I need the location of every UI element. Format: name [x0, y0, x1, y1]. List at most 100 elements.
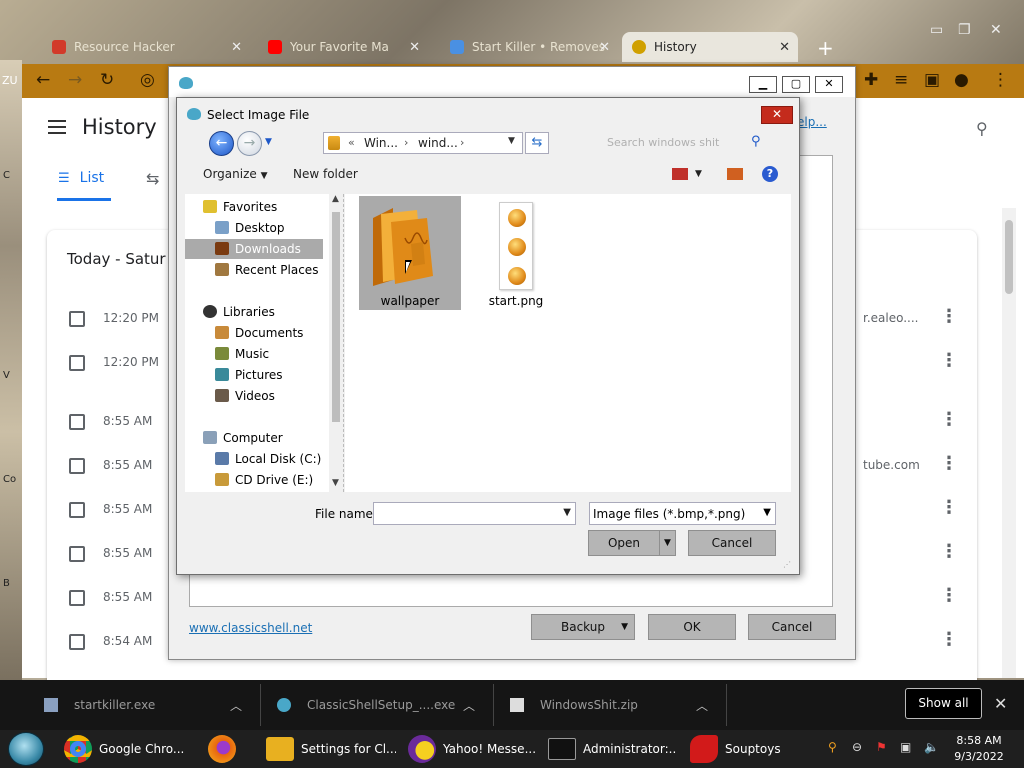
preview-pane-icon[interactable]: [727, 168, 743, 180]
more-icon[interactable]: ⋮: [940, 629, 958, 650]
close-icon[interactable]: ✕: [779, 40, 790, 55]
nav-item-favorites[interactable]: Favorites: [203, 200, 277, 220]
close-icon[interactable]: ✕: [231, 40, 242, 55]
row-checkbox[interactable]: [69, 590, 85, 606]
extensions-icon[interactable]: ✚: [864, 70, 878, 90]
file-item-start-png[interactable]: start.png: [465, 196, 567, 310]
more-icon[interactable]: ⋮: [940, 306, 958, 327]
reload-icon[interactable]: ↻: [100, 70, 114, 90]
backup-button[interactable]: Backup ▼: [531, 614, 635, 640]
hamburger-menu-icon[interactable]: [48, 120, 66, 134]
file-name-input[interactable]: ▼: [373, 502, 576, 525]
row-checkbox[interactable]: [69, 502, 85, 518]
more-icon[interactable]: ⋮: [940, 541, 958, 562]
switcher-item-windowsshit[interactable]: WindowsShit.zip ︿: [510, 688, 722, 722]
row-checkbox[interactable]: [69, 546, 85, 562]
taskbar-item-yahoo[interactable]: Yahoo! Messe...: [408, 732, 536, 766]
organize-button[interactable]: Organize ▼: [203, 167, 268, 181]
menu-icon[interactable]: ⋮: [992, 70, 1009, 90]
row-checkbox[interactable]: [69, 458, 85, 474]
nav-item-music[interactable]: Music: [215, 347, 269, 367]
forward-icon[interactable]: →: [68, 70, 82, 90]
more-icon[interactable]: ⋮: [940, 350, 958, 371]
nav-item-computer[interactable]: Computer: [203, 431, 283, 451]
more-icon[interactable]: ⋮: [940, 453, 958, 474]
new-folder-button[interactable]: New folder: [293, 167, 358, 181]
system-clock[interactable]: 8:58 AM 9/3/2022: [952, 733, 1006, 765]
close-icon[interactable]: ✕: [409, 40, 420, 55]
ok-button[interactable]: OK: [648, 614, 736, 640]
minus-circle-icon[interactable]: ⊖: [852, 740, 862, 754]
minimize-icon[interactable]: ▁: [749, 76, 777, 93]
show-all-button[interactable]: Show all: [905, 688, 982, 719]
site-info-icon[interactable]: ◎: [140, 70, 155, 90]
close-icon[interactable]: ✕: [599, 40, 610, 55]
tab-history[interactable]: History ✕: [622, 32, 798, 62]
more-icon[interactable]: ⋮: [940, 409, 958, 430]
tab-start-killer[interactable]: Start Killer • Removes ✕: [440, 32, 618, 62]
forward-button[interactable]: →: [237, 131, 262, 156]
breadcrumb-item[interactable]: Win...: [364, 136, 398, 150]
nav-scrollbar[interactable]: ▲ ▼: [329, 194, 343, 492]
nav-item-videos[interactable]: Videos: [215, 389, 275, 409]
nav-item-libraries[interactable]: Libraries: [203, 305, 275, 325]
back-icon[interactable]: ←: [36, 70, 50, 90]
scroll-down-icon[interactable]: ▼: [332, 478, 339, 488]
side-panel-icon[interactable]: ▣: [924, 70, 940, 90]
chevron-right-icon[interactable]: ›: [460, 136, 464, 149]
file-type-select[interactable]: Image files (*.bmp,*.png) ▼: [589, 502, 776, 525]
taskbar-item-settings[interactable]: Settings for Cl...: [266, 732, 396, 766]
address-bar[interactable]: « Win... › wind... › ▼: [323, 132, 523, 154]
tab-list[interactable]: List: [58, 170, 104, 186]
new-tab-button[interactable]: +: [817, 36, 834, 60]
chevron-down-icon[interactable]: ▼: [508, 136, 515, 146]
scroll-up-icon[interactable]: ▲: [332, 194, 339, 204]
more-icon[interactable]: ⋮: [940, 497, 958, 518]
chevron-up-icon[interactable]: ︿: [463, 697, 475, 714]
search-icon[interactable]: ⚲: [976, 119, 988, 138]
nav-item-cd-drive[interactable]: CD Drive (E:): [215, 473, 313, 493]
open-button[interactable]: Open ▼: [588, 530, 676, 556]
flag-icon[interactable]: ⚑: [876, 740, 887, 754]
nav-item-recent-places[interactable]: Recent Places: [215, 263, 318, 283]
close-button[interactable]: ✕: [761, 106, 793, 124]
search-icon[interactable]: ⚲: [751, 134, 761, 149]
chevron-up-icon[interactable]: ︿: [696, 697, 708, 714]
switcher-item-classicshell[interactable]: ClassicShellSetup_....exe ︿: [277, 688, 489, 722]
scroll-thumb[interactable]: [332, 212, 340, 422]
profile-icon[interactable]: ●: [954, 70, 969, 90]
more-icon[interactable]: ⋮: [940, 585, 958, 606]
help-link[interactable]: elp...: [797, 115, 827, 129]
switcher-item-startkiller[interactable]: startkiller.exe ︿: [44, 688, 256, 722]
back-button[interactable]: ←: [209, 131, 234, 156]
cancel-button[interactable]: Cancel: [748, 614, 836, 640]
nav-item-documents[interactable]: Documents: [215, 326, 303, 346]
nav-item-downloads[interactable]: Downloads: [185, 239, 323, 259]
chevron-down-icon[interactable]: ▼: [563, 507, 571, 518]
row-checkbox[interactable]: [69, 311, 85, 327]
recent-locations-icon[interactable]: ▼: [265, 137, 272, 147]
nav-item-desktop[interactable]: Desktop: [215, 221, 285, 241]
start-button[interactable]: [8, 732, 44, 766]
page-scrollbar[interactable]: [1002, 208, 1016, 678]
network-icon[interactable]: ▣: [900, 740, 911, 754]
nav-item-pictures[interactable]: Pictures: [215, 368, 283, 388]
resize-grip[interactable]: ⋰: [783, 560, 791, 569]
maximize-icon[interactable]: ▢: [782, 76, 810, 93]
chevron-down-icon[interactable]: ▼: [763, 507, 771, 518]
minimize-icon[interactable]: ▭: [930, 22, 943, 38]
maximize-icon[interactable]: ❐: [958, 22, 971, 38]
taskbar-item-firefox[interactable]: [208, 732, 248, 766]
view-options-icon[interactable]: [672, 168, 688, 180]
tab-resource-hacker[interactable]: Resource Hacker ✕: [42, 32, 250, 62]
taskbar-item-cmd[interactable]: Administrator:...: [548, 732, 676, 766]
search-icon[interactable]: ⚲: [828, 740, 837, 754]
tab-youtube[interactable]: Your Favorite Ma ✕: [258, 32, 428, 62]
close-icon[interactable]: ✕: [994, 694, 1007, 713]
nav-item-local-disk[interactable]: Local Disk (C:): [215, 452, 321, 472]
search-input[interactable]: Search windows shit ⚲: [603, 132, 771, 154]
taskbar-item-chrome[interactable]: Google Chro...: [64, 732, 194, 766]
volume-icon[interactable]: 🔈: [924, 740, 939, 754]
help-icon[interactable]: ?: [762, 166, 778, 182]
close-icon[interactable]: ✕: [815, 76, 843, 93]
